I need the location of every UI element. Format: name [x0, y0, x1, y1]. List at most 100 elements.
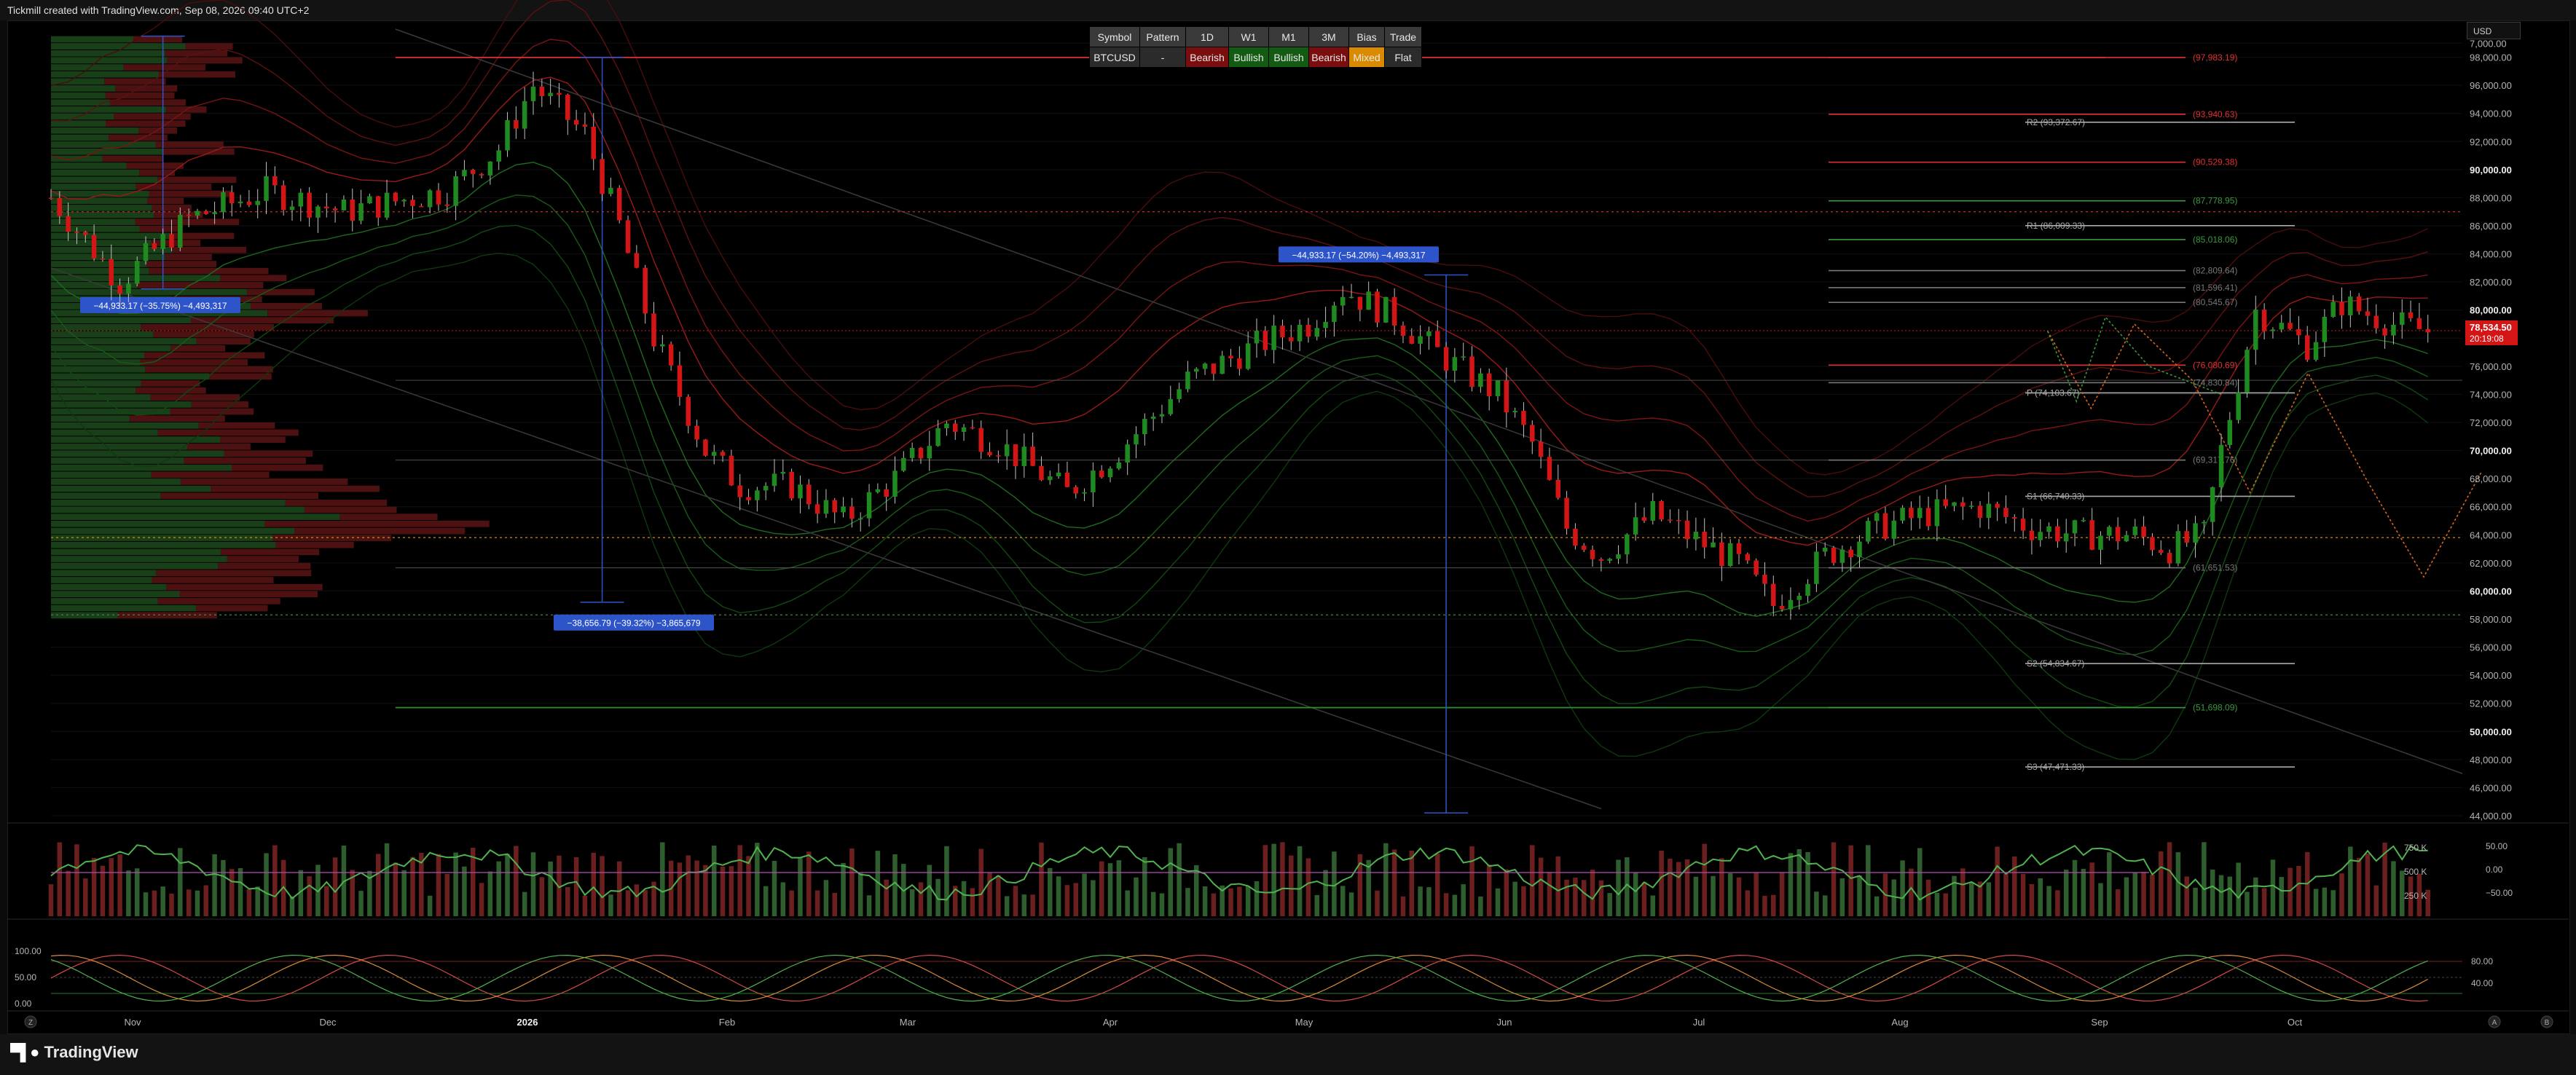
- candle-body: [169, 234, 174, 248]
- candle-body: [1064, 472, 1070, 487]
- candle-body: [2063, 533, 2069, 542]
- profile-bar-up: [51, 184, 136, 190]
- volume-bar: [2115, 889, 2121, 916]
- profile-bar-down: [153, 331, 254, 338]
- candle-body: [1874, 513, 1880, 521]
- volume-bar: [401, 870, 407, 916]
- candle-body: [1702, 532, 1707, 548]
- candle-body: [1443, 347, 1449, 371]
- volume-bar: [1461, 884, 1466, 916]
- price-tick-label: 60,000.00: [2470, 586, 2512, 596]
- volume-bar: [134, 868, 140, 916]
- profile-bar-up: [51, 261, 147, 267]
- volume-bar: [1676, 862, 1681, 916]
- volume-bar: [616, 861, 622, 916]
- volume-bar: [2348, 846, 2353, 916]
- price-tick-label: 68,000.00: [2470, 473, 2512, 484]
- candle-body: [2193, 523, 2198, 543]
- volume-bar: [892, 854, 898, 916]
- profile-bar-down: [129, 415, 225, 422]
- profile-bar-down: [102, 155, 163, 162]
- bias-table: Symbol Pattern 1D W1 M1 3M Bias Trade BT…: [1089, 26, 1422, 68]
- profile-bar-down: [137, 282, 264, 288]
- volume-bar: [1581, 880, 1587, 916]
- candle-body: [2020, 519, 2026, 531]
- volume-bar: [2167, 842, 2172, 916]
- candle-body: [1340, 296, 1346, 306]
- volume-bar: [2322, 887, 2328, 916]
- volume-bar: [1917, 848, 1923, 916]
- profile-bar-up: [51, 436, 221, 443]
- volume-bar: [1228, 888, 1233, 916]
- price-level-label: (93,940.63): [2193, 109, 2237, 119]
- candle-body: [1391, 296, 1397, 326]
- profile-bar-up: [51, 352, 145, 359]
- candle-body: [1754, 560, 1759, 575]
- volume-bar: [1168, 848, 1174, 916]
- price-countdown-label: 20:19:08: [2470, 334, 2504, 344]
- volume-bar: [737, 845, 742, 916]
- candle-body: [1814, 551, 1819, 584]
- candle-body: [2399, 312, 2405, 325]
- candle-body: [918, 447, 924, 459]
- candle-body: [272, 176, 278, 186]
- volume-bar: [264, 853, 269, 916]
- candle-body: [1684, 520, 1690, 540]
- volume-bar: [1590, 870, 1595, 916]
- volume-bar: [1968, 882, 1974, 916]
- candle-body: [1314, 328, 1320, 337]
- volume-bar: [1530, 845, 1535, 916]
- profile-bar-up: [51, 331, 154, 338]
- volume-bar: [1091, 880, 1096, 916]
- candle-body: [1555, 479, 1561, 498]
- time-label: Jul: [1693, 1017, 1705, 1028]
- candle-body: [2382, 328, 2387, 336]
- candle-body: [1434, 331, 1440, 347]
- volume-bar: [582, 895, 588, 916]
- candle-body: [143, 243, 149, 261]
- candle-body: [1590, 549, 1595, 559]
- profile-bar-up: [51, 492, 161, 500]
- volume-bar: [160, 886, 165, 916]
- profile-bar-up: [51, 162, 127, 169]
- profile-bar-down: [220, 275, 287, 282]
- header-w1: W1: [1228, 26, 1269, 47]
- tradingview-brand[interactable]: ▀▌● TradingView: [10, 1043, 138, 1062]
- volume-bar: [393, 862, 398, 916]
- volume-bar: [2210, 869, 2215, 916]
- candle-body: [1107, 468, 1113, 478]
- candle-body: [978, 428, 983, 452]
- volume-bar: [1125, 890, 1130, 916]
- candle-body: [2141, 526, 2146, 538]
- volume-bar: [1891, 879, 1897, 916]
- volume-bar: [1616, 859, 1621, 916]
- time-label: Apr: [1103, 1017, 1118, 1028]
- candle-body: [126, 283, 131, 294]
- profile-bar-down: [145, 366, 273, 373]
- candle-body: [444, 204, 450, 206]
- time-label: 2026: [517, 1017, 538, 1028]
- candle-body: [160, 234, 165, 249]
- volume-bar: [2184, 876, 2189, 916]
- trend-line: [395, 28, 2463, 774]
- profile-bar-up: [51, 176, 158, 184]
- profile-bar-down: [152, 205, 192, 211]
- profile-bar-down: [157, 176, 237, 184]
- candle-body: [229, 192, 235, 204]
- volume-bar: [1013, 886, 1018, 916]
- profile-bar-down: [220, 436, 286, 443]
- volume-bar: [1650, 895, 1656, 916]
- currency-selector[interactable]: USD: [2467, 22, 2521, 39]
- candle-body: [1150, 416, 1156, 420]
- volume-bar: [221, 859, 226, 916]
- volume-bar: [857, 873, 863, 916]
- price-tick-label: 80,000.00: [2470, 305, 2512, 316]
- chart-canvas[interactable]: (97,983.19) R2 (93,372.67) (93,940.63) (90,…: [0, 0, 2576, 1075]
- candle-body: [505, 120, 510, 151]
- candle-body: [1866, 521, 1871, 542]
- profile-bar-down: [180, 479, 348, 485]
- header-trade: Trade: [1384, 26, 1422, 47]
- candle-body: [2175, 531, 2181, 564]
- price-tick-label: 74,000.00: [2470, 389, 2512, 400]
- candle-body: [91, 235, 97, 259]
